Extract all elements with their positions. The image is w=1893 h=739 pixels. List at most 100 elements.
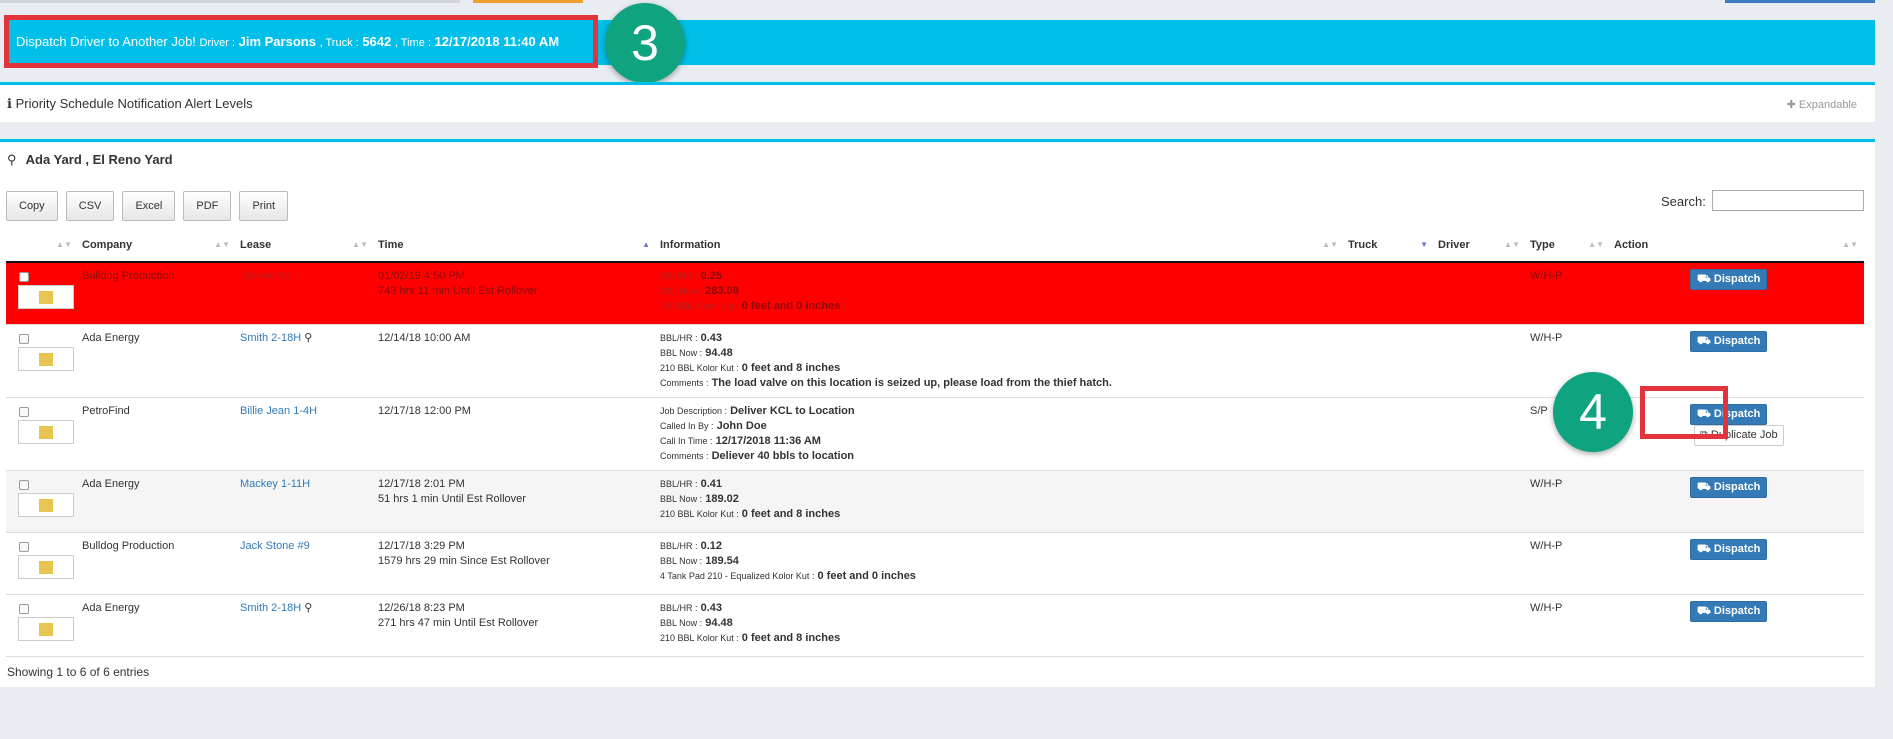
dispatch-button[interactable]: ⛟ Dispatch — [1690, 538, 1768, 560]
priority-swatch — [18, 346, 74, 371]
col-action[interactable]: Action ▲▼ — [1610, 228, 1864, 263]
info-cell: BBL/HR : 0.25 BBL Now : 283.08 300 BBL Kol… — [656, 262, 1344, 325]
row-checkbox[interactable] — [19, 272, 29, 282]
col-company[interactable]: Company ▲▼ — [78, 228, 236, 263]
col-time[interactable]: Time ▲ — [374, 228, 656, 263]
table-row: Ada Energy Mackey 1-11H 12/17/18 2:01 PM 51… — [6, 470, 1864, 533]
time-cell: 12/26/18 8:23 PM 271 hrs 47 min Until Est… — [374, 594, 656, 657]
info-line: BBL Now : 94.48 — [660, 346, 733, 359]
priority-swatch — [18, 492, 74, 517]
select-cell — [6, 262, 78, 325]
info-line: 210 BBL Kolor Kut : 0 feet and 8 inches — [660, 507, 841, 520]
step-badge-4: 4 — [1553, 372, 1633, 452]
search-input[interactable] — [1712, 190, 1864, 211]
info-line: Called In By : John Doe — [660, 419, 767, 432]
info-line: 300 BBL Kolor Kut : 0 feet and 0 inches — [660, 300, 841, 312]
info-line: BBL/HR : 0.12 — [660, 539, 722, 552]
csv-button[interactable]: CSV — [65, 191, 115, 221]
truck-icon: ⛟ — [1697, 542, 1711, 555]
type-cell: W/H-P — [1526, 532, 1610, 595]
info-line: BBL/HR : 0.41 — [660, 477, 722, 490]
truck-cell — [1344, 470, 1434, 533]
priority-swatch — [18, 616, 74, 641]
priority-swatch — [18, 419, 74, 444]
row-checkbox[interactable] — [19, 333, 29, 344]
lease-cell: Smith 2-18H ⚲ — [236, 594, 374, 657]
lease-link[interactable]: Billie Jean 1-4H — [240, 405, 317, 417]
company-cell: Bulldog Production — [78, 532, 236, 595]
table-row: Bulldog Production Denver #3 01/02/19 4:50… — [6, 262, 1864, 325]
truck-icon: ⛟ — [1697, 334, 1711, 347]
lease-cell: Mackey 1-11H — [236, 470, 374, 533]
dispatch-button[interactable]: ⛟ Dispatch — [1690, 330, 1768, 352]
info-cell: BBL/HR : 0.43 BBL Now : 94.48 210 BBL Kolo… — [656, 594, 1344, 657]
info-cell: BBL/HR : 0.41 BBL Now : 189.02 210 BBL Kol… — [656, 470, 1344, 533]
alert-levels-panel: ℹ Priority Schedule Notification Alert L… — [0, 82, 1875, 122]
lease-link[interactable]: Smith 2-18H — [240, 332, 301, 344]
type-cell: W/H-P — [1526, 262, 1610, 325]
col-lease[interactable]: Lease ▲▼ — [236, 228, 374, 263]
expandable-toggle[interactable]: ✚ Expandable — [1787, 98, 1857, 111]
top-orange-button-edge[interactable] — [473, 0, 583, 3]
col-type[interactable]: Type ▲▼ — [1526, 228, 1610, 263]
row-checkbox[interactable] — [19, 541, 29, 552]
lease-link[interactable]: Denver #3 — [240, 270, 291, 282]
col-truck[interactable]: Truck ▼ — [1344, 228, 1434, 263]
time-cell: 01/02/19 4:50 PM 749 hrs 11 min Until Est… — [374, 262, 656, 325]
select-cell — [6, 470, 78, 533]
col-select[interactable]: ▲▼ — [6, 228, 78, 263]
select-cell — [6, 324, 78, 398]
company-cell: PetroFind — [78, 397, 236, 471]
print-button[interactable]: Print — [239, 191, 289, 221]
copy-button[interactable]: Copy — [6, 191, 58, 221]
table-header: ▲▼ Company ▲▼ Lease ▲▼ Time ▲ Information ▲▼… — [6, 228, 1864, 263]
info-line: 210 BBL Kolor Kut : 0 feet and 8 inches — [660, 631, 841, 644]
driver-cell — [1434, 470, 1526, 533]
pdf-button[interactable]: PDF — [183, 191, 232, 221]
search-label: Search: — [1661, 194, 1706, 209]
map-pin-icon: ⚲ — [304, 601, 313, 614]
excel-button[interactable]: Excel — [122, 191, 176, 221]
col-information[interactable]: Information ▲▼ — [656, 228, 1344, 263]
driver-cell — [1434, 397, 1526, 471]
info-line: 4 Tank Pad 210 - Equalized Kolor Kut : 0… — [660, 569, 916, 582]
row-checkbox[interactable] — [19, 406, 29, 417]
top-input-edge — [0, 0, 460, 3]
map-pin-icon: ⚲ — [304, 331, 313, 344]
lease-link[interactable]: Smith 2-18H — [240, 602, 301, 614]
truck-icon: ⛟ — [1697, 273, 1711, 285]
lease-cell: Billie Jean 1-4H — [236, 397, 374, 471]
info-line: BBL/HR : 0.25 — [660, 270, 722, 282]
info-line: BBL Now : 189.02 — [660, 492, 739, 505]
type-cell: W/H-P — [1526, 594, 1610, 657]
dispatch-button[interactable]: ⛟ Dispatch — [1690, 269, 1768, 290]
truck-cell — [1344, 532, 1434, 595]
info-cell: BBL/HR : 0.12 BBL Now : 189.54 4 Tank Pad … — [656, 532, 1344, 595]
info-line: Job Description : Deliver KCL to Locatio… — [660, 404, 855, 417]
truck-cell — [1344, 262, 1434, 325]
action-cell: ⛟ Dispatch — [1610, 594, 1864, 657]
truck-icon: ⛟ — [1697, 480, 1711, 493]
dispatch-button[interactable]: ⛟ Dispatch — [1690, 600, 1768, 622]
action-cell: ⛟ Dispatch — [1610, 470, 1864, 533]
info-line: BBL/HR : 0.43 — [660, 601, 722, 614]
info-line: Call In Time : 12/17/2018 11:36 AM — [660, 434, 821, 447]
lease-link[interactable]: Mackey 1-11H — [240, 478, 310, 490]
driver-cell — [1434, 594, 1526, 657]
plus-icon: ✚ — [1786, 99, 1796, 111]
company-cell: Bulldog Production — [78, 262, 236, 325]
top-blue-button-edge[interactable] — [1725, 0, 1875, 3]
lease-link[interactable]: Jack Stone #9 — [240, 540, 310, 552]
yard-title: Ada Yard , El Reno Yard — [25, 152, 173, 167]
row-checkbox[interactable] — [19, 603, 29, 614]
info-line: Comments : The load valve on this locati… — [660, 376, 1112, 389]
info-line: BBL Now : 189.54 — [660, 554, 739, 567]
col-driver[interactable]: Driver ▲▼ — [1434, 228, 1526, 263]
company-cell: Ada Energy — [78, 324, 236, 398]
time-cell: 12/17/18 12:00 PM — [374, 397, 656, 471]
lease-cell: Jack Stone #9 — [236, 532, 374, 595]
driver-cell — [1434, 324, 1526, 398]
row-checkbox[interactable] — [19, 479, 29, 490]
dispatch-button[interactable]: ⛟ Dispatch — [1690, 476, 1768, 498]
alert-panel-title: Priority Schedule Notification Alert Lev… — [15, 96, 253, 111]
